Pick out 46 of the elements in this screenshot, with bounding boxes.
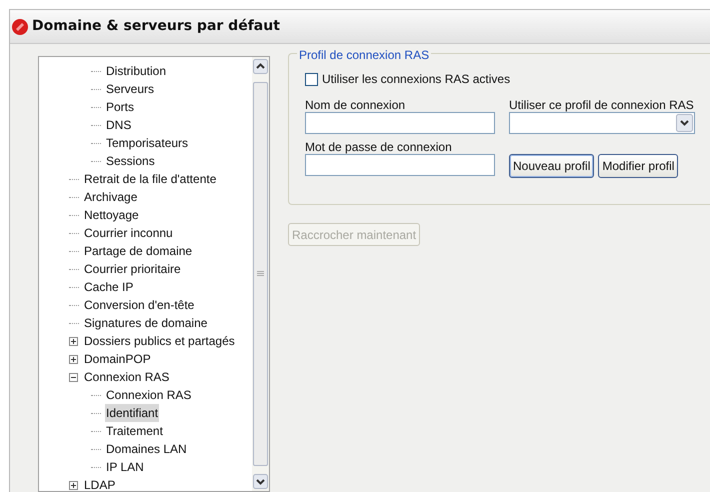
tree-item[interactable]: Partage de domaine — [83, 242, 194, 260]
expand-icon[interactable] — [69, 336, 78, 346]
tree-item[interactable]: Signatures de domaine — [83, 314, 208, 332]
tree-item[interactable]: Ports — [105, 98, 136, 116]
tree-item[interactable]: Connexion RAS — [105, 386, 192, 404]
scroll-up-icon[interactable] — [253, 59, 268, 74]
tree-item[interactable]: Dossiers publics et partagés — [83, 332, 236, 350]
tree-item[interactable]: Distribution — [105, 62, 168, 80]
tree-item[interactable]: DomainPOP — [83, 350, 152, 368]
profile-dropdown[interactable] — [509, 112, 695, 134]
expand-icon[interactable] — [69, 354, 78, 364]
tree-item[interactable]: Traitement — [105, 422, 164, 440]
expand-icon[interactable] — [69, 480, 78, 490]
tree-item[interactable]: Temporisateurs — [105, 134, 190, 152]
tree-item[interactable]: Retrait de la file d'attente — [83, 170, 218, 188]
chevron-down-icon — [676, 114, 693, 132]
scrollbar[interactable] — [252, 57, 269, 491]
field-label: Nom de connexion — [305, 97, 406, 112]
tree-item[interactable]: Cache IP — [83, 278, 134, 296]
grip-icon — [257, 271, 264, 277]
scroll-down-icon[interactable] — [253, 474, 268, 489]
checkbox[interactable] — [305, 72, 318, 86]
tree-item[interactable]: Serveurs — [105, 80, 156, 98]
window-title: Domaine & serveurs par défaut — [32, 17, 280, 36]
tree-item[interactable]: Connexion RAS — [83, 368, 170, 386]
tree-item[interactable]: Conversion d'en-tête — [83, 296, 196, 314]
password-field[interactable] — [305, 154, 495, 176]
tree-item[interactable]: Nettoyage — [83, 206, 140, 224]
tree-item[interactable]: Courrier prioritaire — [83, 260, 182, 278]
tree-item[interactable]: Sessions — [105, 152, 156, 170]
tree-item[interactable]: Archivage — [83, 188, 138, 206]
tree-item[interactable]: LDAP — [83, 476, 116, 491]
app-logo-icon — [11, 18, 29, 36]
connection-name-field[interactable] — [305, 112, 495, 134]
tree-item[interactable]: Identifiant — [105, 404, 160, 422]
checkbox-label: Utiliser les connexions RAS actives — [322, 71, 510, 88]
field-label: Mot de passe de connexion — [305, 139, 453, 154]
profile-button[interactable]: Modifier profil — [598, 154, 678, 178]
tree-item[interactable]: Domaines LAN — [105, 440, 188, 458]
scroll-thumb[interactable] — [253, 82, 268, 466]
profile-button[interactable]: Nouveau profil — [509, 154, 594, 178]
tree-item[interactable]: DNS — [105, 116, 132, 134]
collapse-icon[interactable] — [69, 372, 78, 382]
tree-item[interactable]: IP LAN — [105, 458, 145, 476]
tree-item[interactable]: Courrier inconnu — [83, 224, 174, 242]
field-label: Utiliser ce profil de connexion RAS — [509, 97, 695, 112]
